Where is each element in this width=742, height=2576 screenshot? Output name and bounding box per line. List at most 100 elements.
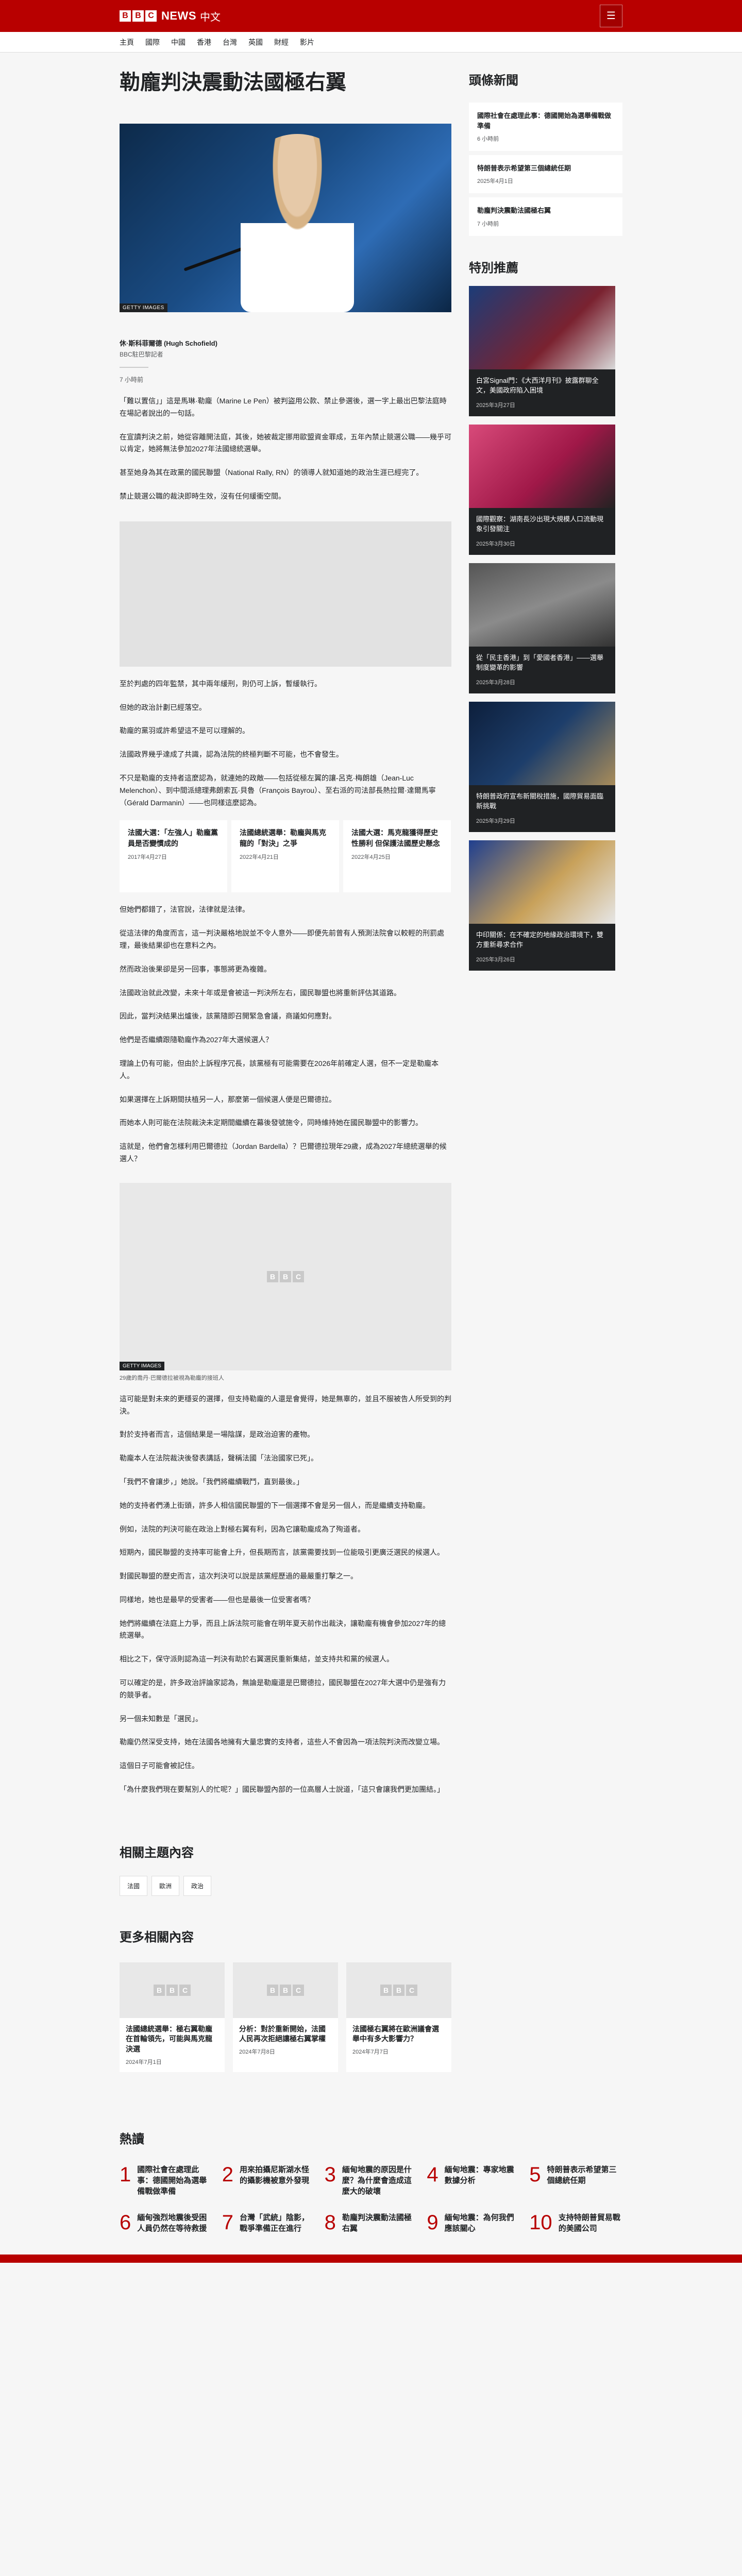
- menu-icon: ☰: [606, 10, 616, 22]
- related-card[interactable]: 法國大選：馬克龍獲得歷史性勝利 但保護法國歷史懸念 2022年4月25日: [343, 820, 451, 893]
- featured-heading: 特別推薦: [469, 261, 518, 275]
- placeholder-block: C: [293, 1270, 304, 1282]
- paragraph: 對於支持者而言，這個結果是一場陰謀，是政治迫害的產物。: [120, 1430, 314, 1439]
- nav-video[interactable]: 影片: [300, 37, 314, 47]
- placeholder-block: B: [267, 1984, 278, 1996]
- paragraph: 他們是否繼續跟隨勒龐作為2027年大選候選人？: [120, 1036, 273, 1044]
- top-story-title: 國際社會在處理此事：德國開始為選舉備戰做準備: [477, 112, 612, 130]
- paragraph: 勒龐的黨羽或許希望這不是可以理解的。: [120, 726, 249, 735]
- top-story-item[interactable]: 特朗普表示希望第三個總統任期 2025年4月1日: [469, 155, 622, 194]
- placeholder-block: B: [280, 1270, 291, 1282]
- topic-tags: 法國 歐洲 政治: [120, 1875, 451, 1896]
- most-read-item[interactable]: 2 用來拍攝尼斯湖水怪的攝影機被意外發現: [222, 2164, 315, 2197]
- more-related: B B C 法國總統選舉：極右翼勒龐在首輪領先，可能與馬克龍決選 2024年7月…: [120, 1962, 451, 2072]
- logo-block-b1: B: [120, 10, 131, 22]
- bbc-logo[interactable]: B B C NEWS 中文: [120, 9, 221, 24]
- footer-bar: [0, 2254, 742, 2263]
- placeholder-block: B: [380, 1984, 392, 1996]
- rank-number: 8: [324, 2211, 336, 2234]
- top-story-item[interactable]: 國際社會在處理此事：德國開始為選舉備戰做準備 6 小時前: [469, 103, 622, 151]
- more-card[interactable]: B B C 法國總統選舉：極右翼勒龐在首輪領先，可能與馬克龍決選 2024年7月…: [120, 1962, 225, 2072]
- paragraph: 但她們都錯了，法官說，法律就是法律。: [120, 905, 249, 914]
- placeholder-block: B: [166, 1984, 178, 1996]
- logo-block-b2: B: [132, 10, 144, 22]
- most-read-item[interactable]: 9 緬甸地震：為何我們應該關心: [427, 2212, 520, 2234]
- paragraph: 這可能是對未來的更穩妥的選擇，但支持勒龐的人還是會覺得，她是無辜的，並且不服被告…: [120, 1394, 451, 1415]
- paragraph: 對國民聯盟的歷史而言，這次判決可以說是該黨經歷過的最嚴重打擊之一。: [120, 1572, 358, 1581]
- logo-block-c: C: [145, 10, 157, 22]
- rank-number: 3: [324, 2163, 336, 2186]
- paragraph: 不只是勒龐的支持者這麼認為，就連她的政敵——包括從極左翼的讓-呂克·梅朗雄（Je…: [120, 773, 436, 807]
- more-card[interactable]: B B C 法國極右翼將在歐洲議會選舉中有多大影響力？ 2024年7月7日: [346, 1962, 451, 2072]
- topic-tag[interactable]: 歐洲: [151, 1875, 180, 1896]
- nav-uk[interactable]: 英國: [248, 37, 263, 47]
- most-read-title: 台灣「武統」陰影，戰爭準備正在進行: [240, 2213, 310, 2233]
- nav-home[interactable]: 主頁: [120, 37, 134, 47]
- featured-card[interactable]: 國際觀察：湖南長沙出現大規模人口流動現象引發關注 2025年3月30日: [469, 424, 615, 555]
- more-card[interactable]: B B C 分析：對於重新開始，法國人民再次拒絕讓極右翼掌權 2024年7月8日: [233, 1962, 338, 2072]
- most-read-item[interactable]: 7 台灣「武統」陰影，戰爭準備正在進行: [222, 2212, 315, 2234]
- featured-card[interactable]: 白宮Signal門：《大西洋月刊》披露群聊全文，美國政府陷入困境 2025年3月…: [469, 285, 615, 416]
- inline-related: 法國大選：「左強人」勒龐黨員是否變慣成的 2017年4月27日 法國總統選舉：勒…: [120, 820, 451, 893]
- most-read-title: 緬甸強烈地震後受困人員仍然在等待救援: [137, 2213, 207, 2233]
- most-read-title: 緬甸地震：為何我們應該關心: [444, 2213, 514, 2233]
- featured-date: 2025年3月27日: [476, 402, 515, 409]
- featured-date: 2025年3月28日: [476, 679, 515, 686]
- top-stories-heading: 頭條新聞: [469, 74, 518, 88]
- related-card[interactable]: 法國總統選舉：勒龐與馬克龍的「對決」之爭 2022年4月21日: [231, 820, 339, 893]
- featured-date: 2025年3月30日: [476, 540, 515, 547]
- featured-image: [469, 701, 615, 785]
- paragraph: 理論上仍有可能，但由於上訴程序冗長，該黨極有可能需要在2026年前確定人選，但不…: [120, 1059, 439, 1080]
- topic-tag[interactable]: 政治: [183, 1875, 212, 1896]
- nav-business[interactable]: 財經: [274, 37, 289, 47]
- most-read-title: 支持特朗普貿易戰的美國公司: [558, 2213, 620, 2233]
- most-read-item[interactable]: 3 緬甸地震的原因是什麼？為什麼會造成這麼大的破壞: [325, 2164, 418, 2197]
- placeholder-block: C: [293, 1984, 304, 1996]
- featured-title: 中印關係：在不確定的地緣政治環境下，雙方重新尋求合作: [476, 930, 604, 949]
- featured-date: 2025年3月29日: [476, 818, 515, 824]
- nav-taiwan[interactable]: 台灣: [223, 37, 237, 47]
- most-read-item[interactable]: 4 緬甸地震：專家地震數據分析: [427, 2164, 520, 2197]
- top-story-item[interactable]: 勒龐判決震動法國極右翼 7 小時前: [469, 197, 622, 236]
- logo-news: NEWS: [161, 9, 196, 22]
- rank-number: 2: [222, 2163, 234, 2186]
- featured-card[interactable]: 特朗普政府宣布新關稅措施，國際貿易面臨新挑戰 2025年3月29日: [469, 701, 615, 832]
- most-read-title: 用來拍攝尼斯湖水怪的攝影機被意外發現: [240, 2165, 310, 2185]
- most-read-title: 勒龐判決震動法國極右翼: [342, 2213, 412, 2233]
- menu-button[interactable]: ☰: [600, 5, 622, 27]
- most-read-title: 國際社會在處理此事：德國開始為選舉備戰做準備: [137, 2165, 207, 2196]
- featured-image: [469, 285, 615, 369]
- rank-number: 7: [222, 2211, 234, 2234]
- most-read-item[interactable]: 10 支持特朗普貿易戰的美國公司: [529, 2212, 622, 2234]
- most-read-item[interactable]: 6 緬甸強烈地震後受困人員仍然在等待救援: [120, 2212, 213, 2234]
- most-read-item[interactable]: 8 勒龐判決震動法國極右翼: [325, 2212, 418, 2234]
- paragraph: 法國政界幾乎達成了共識，認為法院的終極判斷不可能，也不會發生。: [120, 750, 343, 759]
- section-nav: 主頁 國際 中國 香港 台灣 英國 財經 影片: [0, 32, 742, 53]
- speaker-figure: [241, 134, 354, 312]
- featured-card[interactable]: 從「民主香港」到「愛國者香港」——選舉制度變革的影響 2025年3月28日: [469, 563, 615, 693]
- author-role: BBC駐巴黎記者: [120, 351, 163, 358]
- paragraph: 勒龐仍然深受支持，她在法國各地擁有大量忠實的支持者，這些人不會因為一項法院判決而…: [120, 1738, 444, 1747]
- more-card-image: B B C: [346, 1962, 451, 2018]
- featured-card[interactable]: 中印關係：在不確定的地緣政治環境下，雙方重新尋求合作 2025年3月26日: [469, 840, 615, 971]
- topic-tag[interactable]: 法國: [120, 1875, 148, 1896]
- more-card-title: 法國極右翼將在歐洲議會選舉中有多大影響力？: [352, 2024, 439, 2043]
- related-topics-heading: 相關主題內容: [120, 1845, 194, 1860]
- nav-china[interactable]: 中國: [171, 37, 185, 47]
- paragraph: 她的支持者們湧上街頭，許多人相信國民聯盟的下一個選擇不會是另一個人，而是繼續支持…: [120, 1501, 430, 1510]
- top-bar: B B C NEWS 中文 ☰: [0, 0, 742, 32]
- sidebar: 頭條新聞 國際社會在處理此事：德國開始為選舉備戰做準備 6 小時前 特朗普表示希…: [469, 70, 622, 2072]
- nav-hongkong[interactable]: 香港: [197, 37, 211, 47]
- nav-world[interactable]: 國際: [145, 37, 160, 47]
- top-story-title: 勒龐判決震動法國極右翼: [477, 207, 551, 215]
- featured-image: [469, 424, 615, 508]
- paragraph: 勒龐本人在法院裁決後發表講話，聲稱法國「法治國家已死」。: [120, 1454, 318, 1463]
- related-card[interactable]: 法國大選：「左強人」勒龐黨員是否變慣成的 2017年4月27日: [120, 820, 227, 893]
- rank-number: 10: [529, 2211, 552, 2234]
- most-read-title: 特朗普表示希望第三個總統任期: [547, 2165, 617, 2185]
- paragraph: 可以確定的是，許多政治評論家認為，無論是勒龐還是巴爾德拉，國民聯盟在2027年大…: [120, 1679, 446, 1699]
- related-card-date: 2022年4月21日: [240, 854, 279, 860]
- most-read-item[interactable]: 5 特朗普表示希望第三個總統任期: [529, 2164, 622, 2197]
- placeholder-block: B: [280, 1984, 291, 1996]
- most-read-item[interactable]: 1 國際社會在處理此事：德國開始為選舉備戰做準備: [120, 2164, 213, 2197]
